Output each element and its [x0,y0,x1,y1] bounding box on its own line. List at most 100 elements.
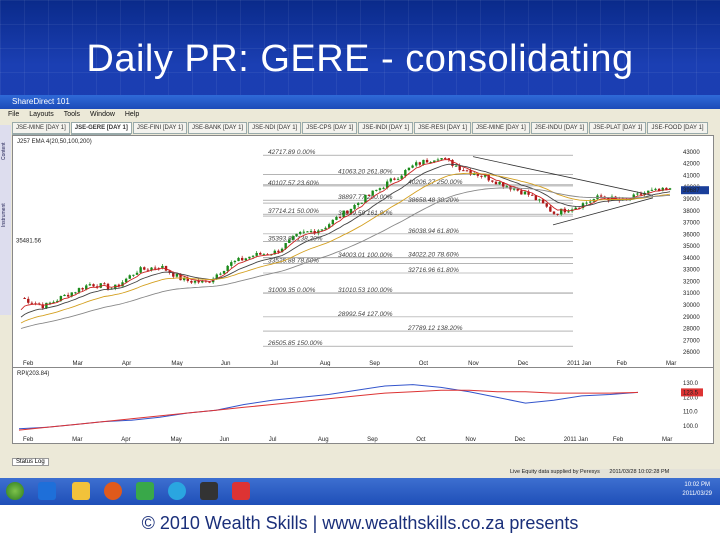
folder-icon[interactable] [72,482,90,500]
y-tick-label: 36000 [683,232,700,238]
side-tab-instrument[interactable]: Instrument [1,185,10,245]
system-clock: 10:02 PM 2011/03/29 [682,481,712,499]
windows-taskbar: 10:02 PM 2011/03/29 [0,478,720,505]
candle-body [371,190,374,196]
candle-body [66,294,70,297]
candle-body [27,298,30,303]
candle-body [375,189,378,191]
fib-level-label: 40107.57 23.60% [268,180,319,187]
y-tick-label: 30000 [683,303,700,309]
chart-tab[interactable]: JSE-INDU [DAY 1] [530,122,589,134]
skype-icon[interactable] [168,482,186,500]
candle-body [549,206,552,212]
candle-body [320,229,324,231]
chart-app-icon[interactable] [232,482,250,500]
fib-level-label: 27789.12 138.20% [407,325,463,332]
candle-body [233,261,237,263]
y-tick-label: 26000 [683,350,700,356]
chart-tab[interactable]: JSE-MINE [DAY 1] [12,122,70,134]
candle-body [226,265,229,271]
y-tick-label: 33000 [683,268,700,274]
side-tab-content[interactable]: Content [1,131,10,171]
candle-body [259,252,262,255]
status-log-tab[interactable]: Status Log [12,458,49,466]
x-tick-label: Apr [122,361,131,366]
x-tick-label: Jul [270,361,278,366]
candle-body [175,273,179,277]
fib-level-label: 42717.89 0.00% [268,149,316,156]
menu-layouts[interactable]: Layouts [29,111,54,118]
indicator-header: RPI(203.84) [17,371,49,377]
menu-tools[interactable]: Tools [64,111,80,118]
window-title-bar: ShareDirect 101 [0,95,720,109]
left-side-tabs: Content Instrument [0,125,11,315]
fib-level-label: 38658.48 38.20% [408,197,459,204]
candle-body [538,199,541,201]
fib-level-label: 41063.20 261.80% [338,169,393,176]
indicator-x-tick: Sep [367,437,378,443]
fib-level-label: 40206.27 250.00% [408,179,463,186]
terminal-icon[interactable] [200,482,218,500]
indicator-line [18,389,639,431]
chart-tab[interactable]: JSE-FOOD [DAY 1] [647,122,708,134]
candle-body [444,158,447,160]
app-icon[interactable] [136,482,154,500]
candle-body [230,262,233,266]
chart-tab[interactable]: JSE-GERE [DAY 1] [70,122,132,134]
x-tick-label: Aug [320,361,331,366]
fib-level-label: 36038.94 61.80% [408,228,459,235]
chart-tab[interactable]: JSE-CPS [DAY 1] [302,122,358,134]
slide-footer: © 2010 Wealth Skills | www.wealthskills.… [0,505,720,540]
candle-body [74,292,77,294]
y-tick-label: 34000 [683,256,700,262]
candle-body [124,278,128,283]
chart-tab[interactable]: JSE-RESI [DAY 1] [414,122,471,134]
menu-help[interactable]: Help [125,111,139,118]
candle-body [193,280,197,283]
start-button-icon[interactable] [6,482,24,500]
indicator-x-tick: Dec [515,437,526,443]
menu-window[interactable]: Window [90,111,115,118]
chart-tab[interactable]: JSE-INDI [DAY 1] [358,122,414,134]
candle-body [135,272,139,275]
candle-body [389,178,393,182]
candle-body [248,256,251,259]
indicator-last-label: 123.5 [683,390,699,396]
indicator-x-tick: Apr [121,437,130,443]
candle-body [512,188,516,190]
slide-title: Daily PR: GERE - consolidating [86,38,634,80]
y-tick-label: 42000 [683,162,700,168]
indicator-chart[interactable]: RPI(203.84) 100.0 110.0 120.0 130.0 Feb Mar Ap… [12,367,714,444]
chart-tab[interactable]: JSE-MINE [DAY 1] [471,122,530,134]
clock-date: 2011/03/29 [682,491,712,497]
candle-body [552,211,556,214]
y-tick-label: 35000 [683,244,700,250]
window-title: ShareDirect 101 [12,97,70,106]
chart-header: J257 EMA 4(20,50,100,200) [17,139,92,145]
media-player-icon[interactable] [104,482,122,500]
x-tick-label: Dec [518,361,529,366]
y-tick-label: 38000 [683,209,700,215]
candle-body [425,159,429,163]
chart-tab[interactable]: JSE-FINI [DAY 1] [132,122,187,134]
x-tick-label: Jun [221,361,231,366]
chart-tab[interactable]: JSE-BANK [DAY 1] [187,122,248,134]
candle-body [153,267,157,269]
candle-body [240,257,244,261]
candle-body [545,203,548,207]
candle-body [360,202,364,204]
fib-level-label: 32716.96 61.80% [408,267,459,274]
chart-tab[interactable]: JSE-NDI [DAY 1] [248,122,302,134]
chart-tab[interactable]: JSE-PLAT [DAY 1] [589,122,647,134]
indicator-x-tick: Mar [662,437,672,443]
menu-file[interactable]: File [8,111,19,118]
candle-body [132,274,135,276]
indicator-y-tick: 100.0 [683,424,699,430]
candle-body [244,258,247,261]
y-tick-label: 27000 [683,338,700,344]
live-feed-time: 2011/03/28 10:02:28 PM [609,469,670,475]
candle-body [458,165,461,171]
candle-body [88,284,92,286]
candle-body [63,294,66,297]
browser-icon[interactable] [38,482,56,500]
